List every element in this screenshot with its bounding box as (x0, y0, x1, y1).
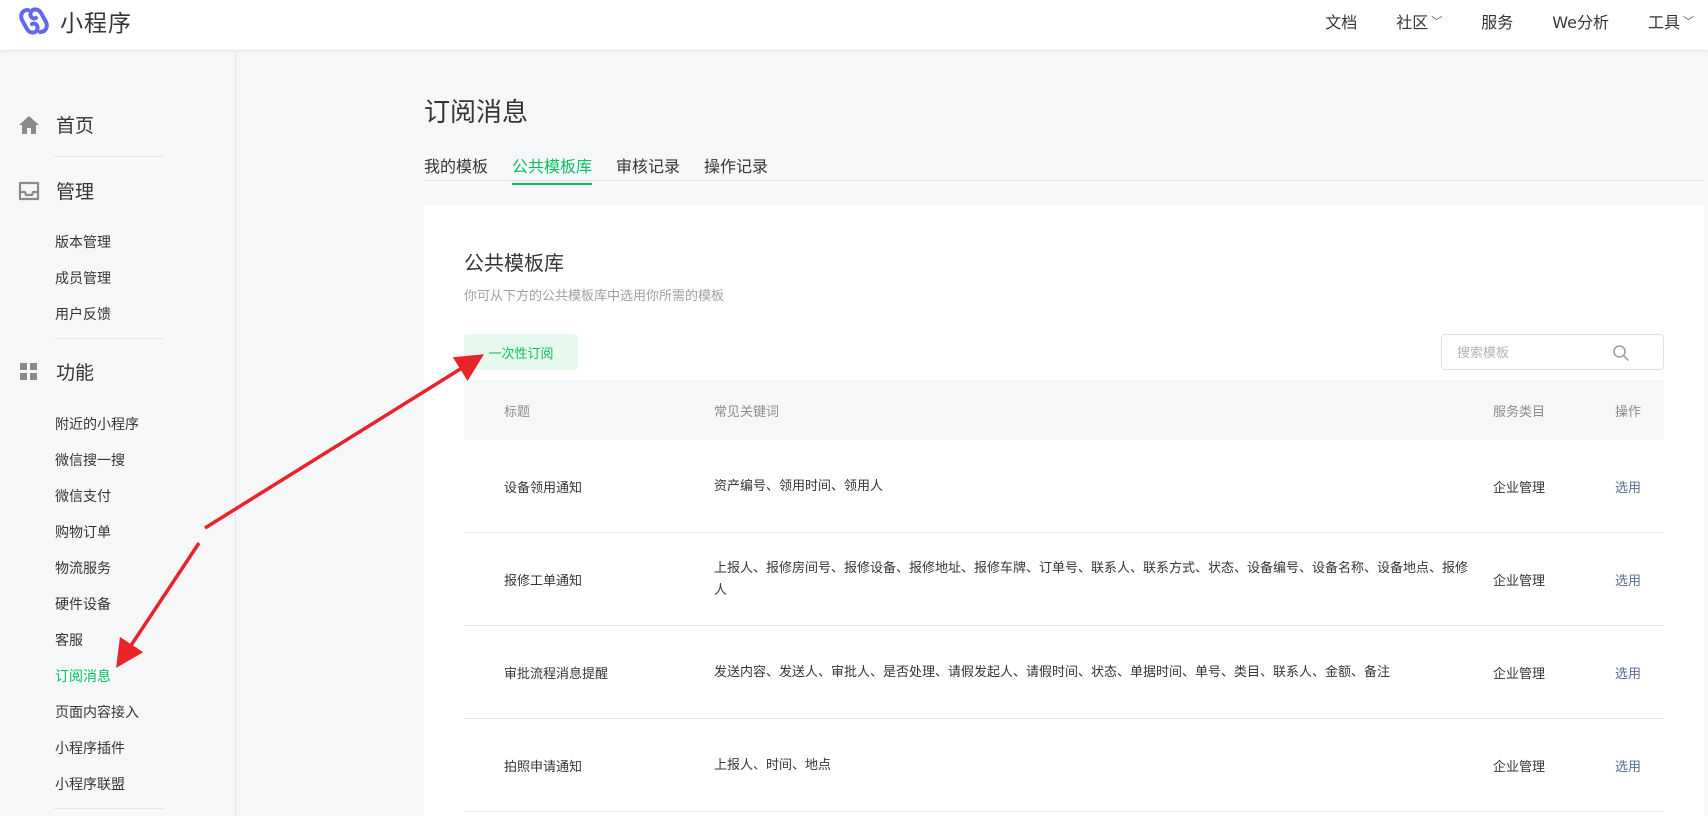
mini-program-logo-icon (19, 7, 49, 35)
sidebar-item-search[interactable]: 微信搜一搜 (55, 450, 125, 470)
table-row: 设备领用通知 资产编号、领用时间、领用人 企业管理 选用 (464, 440, 1664, 533)
column-header-keywords: 常见关键词 (714, 405, 780, 420)
sidebar-divider (54, 156, 164, 157)
row-category: 企业管理 (1493, 667, 1546, 682)
sidebar-item-hardware[interactable]: 硬件设备 (55, 594, 111, 614)
sidebar-item-logistics[interactable]: 物流服务 (55, 558, 111, 578)
select-link[interactable]: 选用 (1615, 440, 1641, 533)
row-title: 拍照申请通知 (504, 760, 583, 775)
sidebar: 首页 管理 版本管理 成员管理 用户反馈 功能 附近的小程序 微信搜一搜 微信支… (0, 51, 236, 816)
row-keywords: 上报人、时间、地点 (714, 757, 832, 773)
sidebar-item-plugins[interactable]: 小程序插件 (55, 738, 125, 758)
tab-public-library[interactable]: 公共模板库 (512, 153, 593, 185)
sidebar-section-features[interactable]: 功能 (18, 358, 94, 385)
page-title: 订阅消息 (424, 98, 529, 128)
sidebar-divider (54, 808, 164, 809)
sidebar-item-version[interactable]: 版本管理 (55, 232, 111, 252)
row-keywords: 发送内容、发送人、审批人、是否处理、请假发起人、请假时间、状态、单据时间、单号、… (714, 664, 1391, 680)
sidebar-item-orders[interactable]: 购物订单 (55, 522, 111, 542)
sidebar-home-label: 首页 (56, 115, 95, 137)
nav-docs-label: 文档 (1325, 13, 1358, 32)
row-title: 审批流程消息提醒 (504, 667, 609, 682)
card-description: 你可从下方的公共模板库中选用你所需的模板 (464, 289, 725, 304)
nav-we-analytics-label: We分析 (1552, 13, 1609, 32)
nav-services[interactable]: 服务 (1481, 9, 1513, 33)
top-bar: 小程序 文档 社区 ﹀ 服务 We分析 工具 ﹀ (0, 0, 1708, 51)
sidebar-manage-label: 管理 (56, 181, 95, 203)
sidebar-item-subscription-messages[interactable]: 订阅消息 (55, 666, 111, 686)
sidebar-features-label: 功能 (56, 362, 95, 384)
row-keywords: 资产编号、领用时间、领用人 (714, 478, 884, 494)
search-icon[interactable] (1612, 344, 1630, 362)
filter-one-time-subscription[interactable]: 一次性订阅 (464, 334, 578, 370)
table-header: 标题 常见关键词 服务类目 操作 (464, 380, 1664, 440)
sidebar-item-content-access[interactable]: 页面内容接入 (55, 702, 139, 722)
sidebar-item-feedback[interactable]: 用户反馈 (55, 304, 111, 324)
row-category: 企业管理 (1493, 760, 1546, 775)
sidebar-item-members[interactable]: 成员管理 (55, 268, 111, 288)
sidebar-section-manage[interactable]: 管理 (18, 177, 94, 204)
nav-tools[interactable]: 工具 ﹀ (1648, 9, 1694, 33)
sidebar-item-nearby[interactable]: 附近的小程序 (55, 414, 139, 434)
template-library-card: 公共模板库 你可从下方的公共模板库中选用你所需的模板 一次性订阅 标题 常见关键… (424, 205, 1704, 816)
nav-tools-label: 工具 (1647, 13, 1680, 32)
search-box[interactable] (1441, 334, 1664, 370)
grid-icon (20, 362, 37, 380)
home-icon (19, 115, 39, 134)
select-link[interactable]: 选用 (1615, 533, 1641, 626)
column-header-category: 服务类目 (1493, 405, 1546, 420)
card-title: 公共模板库 (464, 251, 564, 275)
tab-operation-records[interactable]: 操作记录 (704, 153, 768, 183)
row-category: 企业管理 (1493, 481, 1546, 496)
sidebar-item-customer-service[interactable]: 客服 (55, 630, 83, 650)
tab-bar: 我的模板 公共模板库 审核记录 操作记录 (424, 150, 1704, 185)
nav-community-label: 社区 (1396, 13, 1429, 32)
inbox-icon (18, 181, 40, 200)
nav-community[interactable]: 社区 ﹀ (1396, 9, 1442, 33)
sidebar-divider (54, 338, 164, 339)
select-link[interactable]: 选用 (1615, 719, 1641, 812)
tab-review-records[interactable]: 审核记录 (616, 153, 680, 183)
row-title: 报修工单通知 (504, 574, 583, 589)
column-header-title: 标题 (504, 405, 531, 420)
row-keywords: 上报人、报修房间号、报修设备、报修地址、报修车牌、订单号、联系人、联系方式、状态… (714, 560, 1469, 598)
chevron-down-icon: ﹀ (1431, 15, 1443, 28)
nav-we-analytics[interactable]: We分析 (1552, 9, 1609, 33)
chevron-down-icon: ﹀ (1683, 15, 1694, 28)
sidebar-item-home[interactable]: 首页 (18, 111, 94, 138)
tab-my-templates[interactable]: 我的模板 (424, 153, 488, 183)
row-title: 设备领用通知 (504, 481, 583, 496)
table-row: 报修工单通知 上报人、报修房间号、报修设备、报修地址、报修车牌、订单号、联系人、… (464, 533, 1664, 626)
sidebar-item-alliance[interactable]: 小程序联盟 (55, 774, 125, 794)
nav-services-label: 服务 (1481, 13, 1514, 32)
select-link[interactable]: 选用 (1615, 626, 1641, 719)
table-row: 拍照申请通知 上报人、时间、地点 企业管理 选用 (464, 719, 1664, 812)
brand[interactable]: 小程序 (18, 4, 132, 38)
nav-docs[interactable]: 文档 (1325, 9, 1357, 33)
table-row: 审批流程消息提醒 发送内容、发送人、审批人、是否处理、请假发起人、请假时间、状态… (464, 626, 1664, 719)
sidebar-item-pay[interactable]: 微信支付 (55, 486, 111, 506)
brand-name: 小程序 (60, 11, 132, 37)
top-nav: 文档 社区 ﹀ 服务 We分析 工具 ﹀ (1325, 0, 1708, 42)
column-header-action: 操作 (1615, 405, 1642, 420)
row-category: 企业管理 (1493, 574, 1546, 589)
search-input[interactable] (1457, 344, 1607, 362)
